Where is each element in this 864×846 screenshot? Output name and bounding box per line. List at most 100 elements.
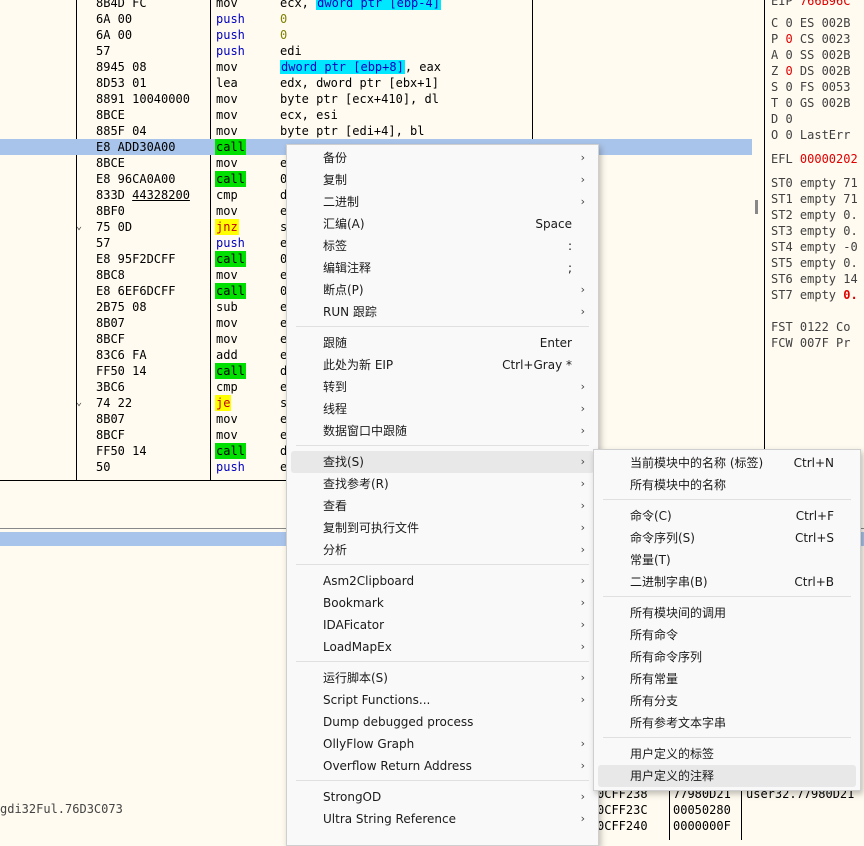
menu-item-entry[interactable]: 编辑注释; bbox=[291, 257, 594, 279]
fpu-register-line[interactable]: ST6 empty 14 bbox=[771, 271, 858, 287]
flag-line[interactable]: A 0 SS 002B bbox=[771, 47, 850, 63]
disasm-row[interactable]: 8B4D FC mov ecx, dword ptr [ebp-4] bbox=[0, 0, 752, 11]
fpu-register-line[interactable]: ST3 empty 0. bbox=[771, 223, 858, 239]
mnemonic: call bbox=[215, 443, 246, 459]
menu-item-entry[interactable]: 备份 › bbox=[291, 147, 594, 169]
menu-item-label: 所有模块间的调用 bbox=[630, 606, 727, 620]
menu-item-entry[interactable]: 复制到可执行文件 › bbox=[291, 517, 594, 539]
eip-value[interactable]: 766B96C bbox=[800, 0, 851, 8]
fpu-register-line[interactable]: ST1 empty 71 bbox=[771, 191, 858, 207]
chevron-right-icon: › bbox=[580, 812, 585, 825]
menu-separator bbox=[296, 661, 589, 662]
menu-item-entry[interactable]: 所有模块中的名称 bbox=[598, 474, 856, 496]
mnemonic: mov bbox=[216, 156, 238, 170]
menu-item-entry[interactable]: 查看 › bbox=[291, 495, 594, 517]
menu-item-strongod[interactable]: StrongOD › bbox=[291, 786, 594, 808]
menu-item-b[interactable]: 二进制字串(B) Ctrl+B bbox=[598, 571, 856, 593]
fpu-register-line[interactable]: ST2 empty 0. bbox=[771, 207, 858, 223]
disasm-row[interactable]: 8BCE mov ecx, esi bbox=[0, 107, 752, 123]
fpu-register-line[interactable]: ST5 empty 0. bbox=[771, 255, 858, 271]
disasm-row[interactable]: 6A 00 push 0 bbox=[0, 27, 752, 43]
menu-item-label: Bookmark bbox=[323, 596, 384, 610]
menu-item-t[interactable]: 常量(T) bbox=[598, 549, 856, 571]
hex-bytes: 3BC6 bbox=[96, 380, 125, 394]
hex-bytes: 8B07 bbox=[96, 412, 125, 426]
registers-pane[interactable]: EIP 766B96C C 0 ES 002B P 0 CS 0023 A 0 SS … bbox=[752, 0, 864, 460]
menu-item-s[interactable]: 查找(S) › bbox=[291, 451, 594, 473]
menu-item-s[interactable]: 命令序列(S) Ctrl+S bbox=[598, 527, 856, 549]
menu-item-entry[interactable]: 二进制 › bbox=[291, 191, 594, 213]
menu-item-entry[interactable]: 用户定义的注释 bbox=[598, 765, 856, 787]
menu-item-dump-debugged-process[interactable]: Dump debugged process bbox=[291, 711, 594, 733]
menu-item-eip[interactable]: 此处为新 EIP Ctrl+Gray * bbox=[291, 354, 594, 376]
fpu-register-line[interactable]: ST0 empty 71 bbox=[771, 175, 858, 191]
mnemonic: push bbox=[216, 236, 245, 250]
menu-item-run[interactable]: RUN 跟踪 › bbox=[291, 301, 594, 323]
hex-bytes: FF50 14 bbox=[96, 364, 147, 378]
menu-item-loadmapex[interactable]: LoadMapEx › bbox=[291, 636, 594, 658]
disasm-row[interactable]: 885F 04 mov byte ptr [edi+4], bl bbox=[0, 123, 752, 139]
mnemonic: mov bbox=[216, 124, 238, 138]
efl-line[interactable]: EFL 00000202 bbox=[771, 151, 858, 167]
mnemonic: mov bbox=[216, 332, 238, 346]
menu-item-c[interactable]: 命令(C) Ctrl+F bbox=[598, 505, 856, 527]
menu-item-label: 查找(S) bbox=[323, 455, 364, 469]
fpu-register-line[interactable]: ST4 empty -0 bbox=[771, 239, 858, 255]
menu-item-p[interactable]: 断点(P) › bbox=[291, 279, 594, 301]
flag-line[interactable]: Z 0 DS 002B bbox=[771, 63, 850, 79]
flag-line[interactable]: C 0 ES 002B bbox=[771, 15, 850, 31]
menu-item-entry[interactable]: 所有参考文本字串 bbox=[598, 712, 856, 734]
menu-item-entry[interactable]: 标签: bbox=[291, 235, 594, 257]
disasm-row[interactable]: 8D53 01 lea edx, dword ptr [ebx+1] bbox=[0, 75, 752, 91]
operands: ecx, dword ptr [ebp-4] bbox=[279, 0, 442, 11]
menu-item-script-functions[interactable]: Script Functions... › bbox=[291, 689, 594, 711]
operands: ecx, esi bbox=[280, 108, 338, 122]
menu-item-entry[interactable]: 跟随 Enter bbox=[291, 332, 594, 354]
menu-item-entry[interactable]: 分析 › bbox=[291, 539, 594, 561]
hex-bytes: 8891 10040000 bbox=[96, 92, 190, 106]
flag-line[interactable]: T 0 GS 002B bbox=[771, 95, 850, 111]
menu-item-entry[interactable]: 复制 › bbox=[291, 169, 594, 191]
menu-item-entry[interactable]: 用户定义的标签 bbox=[598, 743, 856, 765]
fpu-register-line[interactable]: ST7 empty 0. bbox=[771, 287, 858, 303]
jump-arrow-icon: ⌄ bbox=[76, 221, 83, 232]
menu-separator bbox=[603, 737, 851, 738]
menu-item-bookmark[interactable]: Bookmark › bbox=[291, 592, 594, 614]
menu-item-idaficator[interactable]: IDAFicator › bbox=[291, 614, 594, 636]
disasm-row[interactable]: 57 push edi bbox=[0, 43, 752, 59]
menu-item-entry[interactable]: 所有模块间的调用 bbox=[598, 602, 856, 624]
hex-bytes: 50 bbox=[96, 460, 111, 474]
flag-line[interactable]: P 0 CS 0023 bbox=[771, 31, 850, 47]
menu-item-asm2clipboard[interactable]: Asm2Clipboard › bbox=[291, 570, 594, 592]
menu-item-label: 所有命令序列 bbox=[630, 650, 703, 664]
menu-item-shortcut: Ctrl+Gray * bbox=[502, 358, 572, 372]
menu-item-label: 所有参考文本字串 bbox=[630, 716, 727, 730]
flag-line[interactable]: D 0 bbox=[771, 111, 793, 127]
menu-item-entry[interactable]: 所有常量 bbox=[598, 668, 856, 690]
menu-item-a[interactable]: 汇编(A) Space bbox=[291, 213, 594, 235]
menu-item-ollyflow-graph[interactable]: OllyFlow Graph › bbox=[291, 733, 594, 755]
mnemonic: call bbox=[215, 251, 246, 267]
operands: 0 bbox=[280, 12, 288, 26]
disasm-row[interactable]: 6A 00 push 0 bbox=[0, 11, 752, 27]
flag-line[interactable]: S 0 FS 0053 bbox=[771, 79, 850, 95]
menu-item-entry[interactable]: 所有命令序列 bbox=[598, 646, 856, 668]
menu-item-s[interactable]: 运行脚本(S) › bbox=[291, 667, 594, 689]
menu-item-entry[interactable]: 线程 › bbox=[291, 398, 594, 420]
menu-item-label: 所有常量 bbox=[630, 672, 679, 686]
disasm-row[interactable]: 8945 08 mov dword ptr [ebp+8], eax bbox=[0, 59, 752, 75]
menu-item-entry[interactable]: 所有命令 bbox=[598, 624, 856, 646]
menu-item-label: RUN 跟踪 bbox=[323, 305, 377, 319]
menu-item-r[interactable]: 查找参考(R) › bbox=[291, 473, 594, 495]
menu-item-ultra-string-reference[interactable]: Ultra String Reference › bbox=[291, 808, 594, 830]
scrollbar-thumb[interactable] bbox=[755, 200, 758, 214]
flag-line[interactable]: O 0 LastErr bbox=[771, 127, 850, 143]
menu-item-overflow-return-address[interactable]: Overflow Return Address › bbox=[291, 755, 594, 777]
menu-item-entry[interactable]: 数据窗口中跟随 › bbox=[291, 420, 594, 442]
disasm-row[interactable]: 8891 10040000 mov byte ptr [ecx+410], dl bbox=[0, 91, 752, 107]
menu-item-entry[interactable]: 当前模块中的名称 (标签) Ctrl+N bbox=[598, 452, 856, 474]
menu-item-entry[interactable]: 所有分支 bbox=[598, 690, 856, 712]
hex-bytes: E8 6EF6DCFF bbox=[96, 284, 176, 298]
menu-item-label: 编辑注释 bbox=[323, 261, 372, 275]
menu-item-entry[interactable]: 转到 › bbox=[291, 376, 594, 398]
